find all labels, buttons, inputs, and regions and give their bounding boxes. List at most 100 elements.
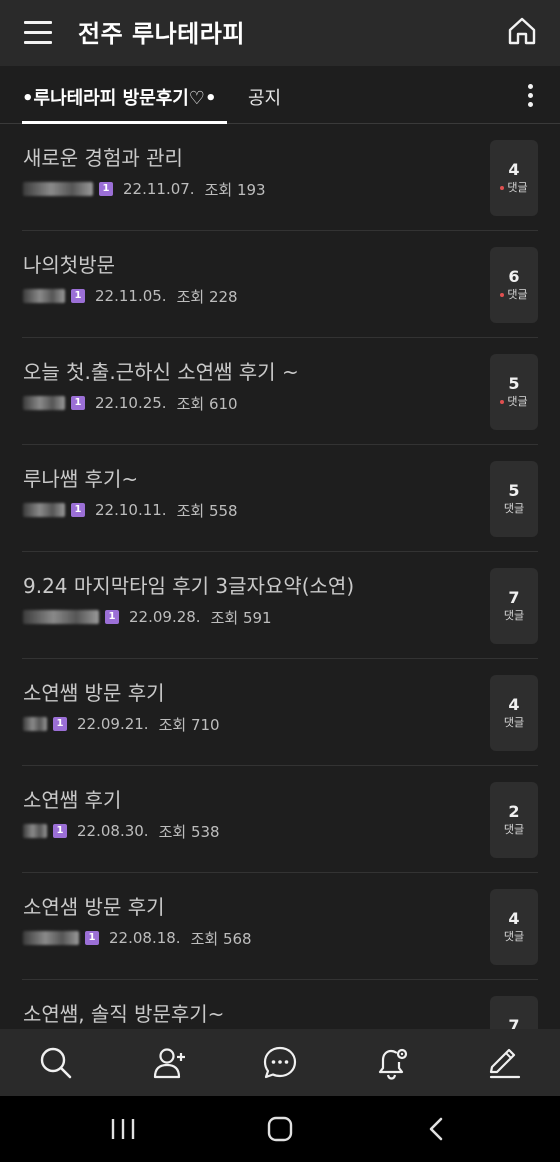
view-count: 조회 710 xyxy=(158,715,220,734)
comment-count-button[interactable]: 4 댓글 xyxy=(490,140,538,216)
list-item[interactable]: 소연쌤 후기 1 22.08.30. 조회 538 2 댓글 xyxy=(22,766,538,873)
post-title[interactable]: 소연쌤, 솔직 방문후기~ xyxy=(23,998,224,1027)
blurred-author-name xyxy=(23,717,47,731)
post-list: 새로운 경험과 관리 1 22.11.07. 조회 193 4 댓글 나의첫방문… xyxy=(0,124,560,1029)
member-level-badge: 1 xyxy=(71,396,85,410)
comment-count: 4 xyxy=(508,160,520,179)
app-header: 전주 루나테라피 xyxy=(0,0,560,66)
post-title[interactable]: 9.24 마지막타임 후기 3글자요약(소연) xyxy=(23,570,354,599)
view-count: 조회 228 xyxy=(176,287,238,306)
comment-count: 4 xyxy=(508,909,520,928)
post-title[interactable]: 소연샘 방문 후기 xyxy=(23,891,165,920)
post-title[interactable]: 루나쌤 후기~ xyxy=(23,463,138,492)
member-level-badge: 1 xyxy=(71,289,85,303)
post-meta: 1 22.11.05. 조회 228 xyxy=(23,286,238,306)
comment-count: 7 xyxy=(508,588,520,607)
list-item[interactable]: 루나쌤 후기~ 1 22.10.11. 조회 558 5 댓글 xyxy=(22,445,538,552)
post-meta: 1 22.09.28. 조회 591 xyxy=(23,607,272,627)
hamburger-menu-icon[interactable] xyxy=(24,21,52,45)
bottom-navigation xyxy=(0,1029,560,1096)
cafe-title[interactable]: 전주 루나테라피 xyxy=(78,14,245,49)
home-icon[interactable] xyxy=(506,15,538,47)
back-icon[interactable] xyxy=(422,1116,452,1142)
comment-label: 댓글 xyxy=(507,288,528,301)
blurred-author-name xyxy=(23,503,65,517)
post-title[interactable]: 새로운 경험과 관리 xyxy=(23,142,183,171)
list-item[interactable]: 새로운 경험과 관리 1 22.11.07. 조회 193 4 댓글 xyxy=(22,124,538,231)
list-item[interactable]: 소연샘 방문 후기 1 22.08.18. 조회 568 4 댓글 xyxy=(22,873,538,980)
chat-icon[interactable] xyxy=(262,1045,298,1081)
member-level-badge: 1 xyxy=(105,610,119,624)
post-date: 22.10.11. xyxy=(95,501,167,519)
comment-count-button[interactable]: 7 댓글 xyxy=(490,996,538,1029)
post-meta: 1 22.10.25. 조회 610 xyxy=(23,393,238,413)
comment-label: 댓글 xyxy=(507,395,528,408)
comment-count-button[interactable]: 6 댓글 xyxy=(490,247,538,323)
post-meta: 1 22.08.18. 조회 568 xyxy=(23,928,252,948)
list-item[interactable]: 소연쌤 방문 후기 1 22.09.21. 조회 710 4 댓글 xyxy=(22,659,538,766)
comment-count-button[interactable]: 5 댓글 xyxy=(490,461,538,537)
comment-label: 댓글 xyxy=(503,823,525,836)
view-count: 조회 193 xyxy=(204,180,266,199)
recent-apps-icon[interactable] xyxy=(108,1116,138,1142)
search-icon[interactable] xyxy=(38,1045,74,1081)
post-meta: 1 22.09.21. 조회 710 xyxy=(23,714,220,734)
post-title[interactable]: 소연쌤 방문 후기 xyxy=(23,677,165,706)
comment-count-button[interactable]: 7 댓글 xyxy=(490,568,538,644)
blurred-author-name xyxy=(23,289,65,303)
comment-label: 댓글 xyxy=(503,716,525,729)
blurred-author-name xyxy=(23,610,99,624)
member-level-badge: 1 xyxy=(53,717,67,731)
notification-settings-icon[interactable] xyxy=(374,1045,410,1081)
list-item[interactable]: 오늘 첫.출.근하신 소연쌤 후기 ~ 1 22.10.25. 조회 610 5… xyxy=(22,338,538,445)
post-date: 22.11.05. xyxy=(95,287,167,305)
member-level-badge: 1 xyxy=(85,931,99,945)
post-meta: 1 22.10.11. 조회 558 xyxy=(23,500,238,520)
comment-count: 6 xyxy=(508,267,520,286)
comment-count: 5 xyxy=(508,374,520,393)
write-icon[interactable] xyxy=(486,1045,522,1081)
board-tabs: •루나테라피 방문후기♡• 공지 xyxy=(0,66,560,124)
list-item[interactable]: 9.24 마지막타임 후기 3글자요약(소연) 1 22.09.28. 조회 5… xyxy=(22,552,538,659)
list-item[interactable]: 나의첫방문 1 22.11.05. 조회 228 6 댓글 xyxy=(22,231,538,338)
comment-count-button[interactable]: 4 댓글 xyxy=(490,889,538,965)
post-title[interactable]: 소연쌤 후기 xyxy=(23,784,121,813)
view-count: 조회 591 xyxy=(210,608,272,627)
member-level-badge: 1 xyxy=(71,503,85,517)
new-comment-dot xyxy=(500,293,505,297)
post-title[interactable]: 오늘 첫.출.근하신 소연쌤 후기 ~ xyxy=(23,356,299,385)
post-date: 22.09.21. xyxy=(77,715,149,733)
blurred-author-name xyxy=(23,396,65,410)
post-meta: 1 22.08.30. 조회 538 xyxy=(23,821,220,841)
comment-count: 7 xyxy=(508,1016,520,1029)
blurred-author-name xyxy=(23,931,79,945)
comment-label: 댓글 xyxy=(503,609,525,622)
system-navigation-bar xyxy=(0,1096,560,1162)
more-options-icon[interactable] xyxy=(528,84,534,108)
post-date: 22.08.30. xyxy=(77,822,149,840)
comment-count: 2 xyxy=(508,802,520,821)
add-friend-icon[interactable] xyxy=(152,1045,188,1081)
tab-visit-review[interactable]: •루나테라피 방문후기♡• xyxy=(22,84,216,110)
view-count: 조회 538 xyxy=(158,822,220,841)
post-date: 22.10.25. xyxy=(95,394,167,412)
post-title[interactable]: 나의첫방문 xyxy=(23,249,115,278)
post-date: 22.09.28. xyxy=(129,608,201,626)
list-item[interactable]: 소연쌤, 솔직 방문후기~ 7 댓글 xyxy=(22,980,538,1029)
member-level-badge: 1 xyxy=(99,182,113,196)
comment-count: 4 xyxy=(508,695,520,714)
new-comment-dot xyxy=(500,186,505,190)
comment-label: 댓글 xyxy=(507,181,528,194)
post-date: 22.08.18. xyxy=(109,929,181,947)
tab-notice[interactable]: 공지 xyxy=(248,84,281,110)
home-circle-icon[interactable] xyxy=(265,1116,295,1142)
comment-count-button[interactable]: 2 댓글 xyxy=(490,782,538,858)
view-count: 조회 610 xyxy=(176,394,238,413)
comment-count-button[interactable]: 5 댓글 xyxy=(490,354,538,430)
comment-count: 5 xyxy=(508,481,520,500)
comment-label: 댓글 xyxy=(503,930,525,943)
comment-count-button[interactable]: 4 댓글 xyxy=(490,675,538,751)
blurred-author-name xyxy=(23,824,47,838)
blurred-author-name xyxy=(23,182,93,196)
new-comment-dot xyxy=(500,400,505,404)
